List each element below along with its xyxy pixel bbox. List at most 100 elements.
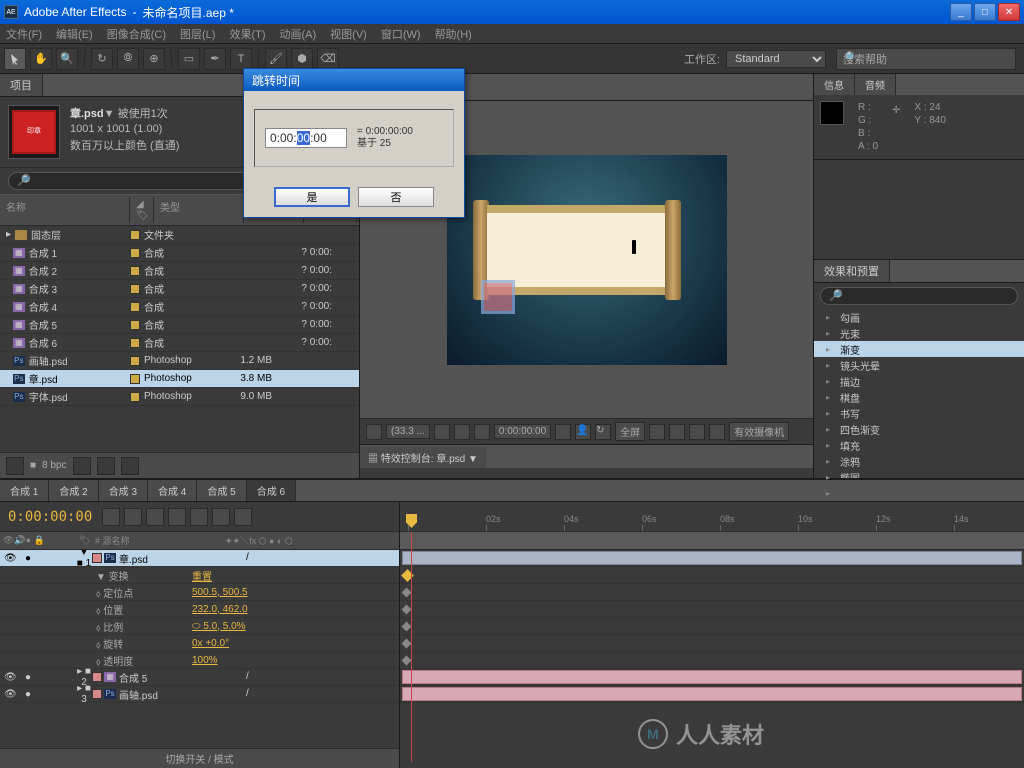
layer-track[interactable] [400,669,1024,686]
dialog-timecode-input[interactable]: 0:00:00:00 [265,128,347,148]
timeline-ruler[interactable]: 0s02s04s06s08s10s12s14s [400,502,1024,532]
pan-behind-tool[interactable]: ⊕ [143,48,165,70]
tl-shy-icon[interactable] [146,508,164,526]
rotate-tool[interactable]: ↻ [91,48,113,70]
snapshot-icon[interactable] [555,424,571,440]
menu-layer[interactable]: 图层(L) [180,26,215,42]
tl-motion-blur-icon[interactable] [190,508,208,526]
transform-property[interactable]: ⬨ 比例⬭ 5.0, 5.0% [0,618,399,635]
transform-property[interactable]: ⬨ 透明度100% [0,652,399,669]
current-time[interactable]: 0:00:00:00 [494,424,551,439]
menu-composition[interactable]: 图像合成(C) [107,26,166,42]
project-row[interactable]: ▦ 合成 1合成? 0:00: [0,244,359,262]
roi-icon[interactable] [454,424,470,440]
layer-track[interactable] [400,686,1024,703]
stamp-layer[interactable] [481,280,515,314]
tl-brainstorm-icon[interactable] [234,508,252,526]
dialog-cancel-button[interactable]: 否 [358,187,434,207]
effect-item[interactable]: 渐变 [814,341,1024,357]
timeline-layer[interactable]: 👁 ● ▸ ■ 3Ps画轴.psd/ [0,686,399,703]
timecode-icon[interactable] [709,424,725,440]
timeline-layer[interactable]: 👁 ● ▸ ■ 2▦合成 5/ [0,669,399,686]
effect-item[interactable]: 书写 [814,405,1024,421]
pen-tool[interactable]: ✒ [204,48,226,70]
effect-item[interactable]: 棋盘 [814,389,1024,405]
transparency-icon[interactable] [474,424,490,440]
project-tab[interactable]: 项目 [0,74,43,96]
project-row[interactable]: ▦ 合成 2合成? 0:00: [0,262,359,280]
project-row[interactable]: ▦ 合成 5合成? 0:00: [0,316,359,334]
brush-tool[interactable]: 🖌 [265,48,287,70]
tl-graph-icon[interactable] [212,508,230,526]
effect-controls-tab[interactable]: ▦ 特效控制台: 章.psd ▼ [360,447,486,468]
effect-item[interactable]: 涂鸦 [814,453,1024,469]
project-row[interactable]: Ps 字体.psdPhotoshop9.0 MB [0,388,359,406]
transform-group[interactable]: ▼ 变换重置 [0,567,399,584]
menu-file[interactable]: 文件(F) [6,26,42,42]
effect-controls-body[interactable] [360,468,813,478]
resolution-icon[interactable] [434,424,450,440]
timeline-tab[interactable]: 合成 2 [49,480,98,501]
menu-view[interactable]: 视图(V) [330,26,367,42]
minimize-button[interactable]: _ [950,3,972,21]
menu-effect[interactable]: 效果(T) [229,26,265,42]
effect-item[interactable]: 光束 [814,325,1024,341]
text-tool[interactable]: T [230,48,252,70]
project-row[interactable]: ▦ 合成 4合成? 0:00: [0,298,359,316]
dialog-ok-button[interactable]: 是 [274,187,350,207]
project-row[interactable]: ▦ 合成 6合成? 0:00: [0,334,359,352]
selection-tool[interactable] [4,48,26,70]
eraser-tool[interactable]: ⌫ [317,48,339,70]
transform-property[interactable]: ⬨ 旋转0x +0.0° [0,635,399,652]
layer-track[interactable] [400,550,1024,567]
active-camera[interactable]: 有效摄像机 [729,422,789,441]
always-preview-icon[interactable] [366,424,382,440]
effect-item[interactable]: 椭圆 [814,469,1024,478]
new-folder-button[interactable] [73,457,91,475]
grid-icon[interactable] [649,424,665,440]
menu-animation[interactable]: 动画(A) [280,26,317,42]
mask-icon[interactable] [669,424,685,440]
view-mode[interactable]: 全屏 [615,422,645,441]
timeline-timecode[interactable]: 0:00:00:00 [8,509,92,525]
workspace-select[interactable]: Standard [726,50,826,68]
timeline-tab[interactable]: 合成 4 [148,480,197,501]
camera-tool[interactable]: ⦾ [117,48,139,70]
effect-item[interactable]: 四色渐变 [814,421,1024,437]
menu-window[interactable]: 窗口(W) [381,26,421,42]
project-row[interactable]: Ps 章.psdPhotoshop3.8 MB [0,370,359,388]
maximize-button[interactable]: □ [974,3,996,21]
tl-search-icon[interactable] [102,508,120,526]
project-list[interactable]: ▸ 固态层文件夹 ▦ 合成 1合成? 0:00: ▦ 合成 2合成? 0:00:… [0,226,359,452]
help-search-input[interactable]: 🔎搜索帮助 [836,48,1016,70]
zoom-tool[interactable]: 🔍 [56,48,78,70]
menu-help[interactable]: 帮助(H) [435,26,472,42]
work-area-bar[interactable] [400,532,1024,550]
shape-tool[interactable]: ▭ [178,48,200,70]
effects-list[interactable]: 勾画光束渐变镜头光晕描边棋盘书写四色渐变填充涂鸦椭圆网格 [814,309,1024,478]
effects-search-input[interactable] [820,287,1018,305]
new-comp-button[interactable] [97,457,115,475]
audio-tab[interactable]: 音频 [855,74,896,95]
3d-icon[interactable] [689,424,705,440]
tl-comp-button[interactable] [124,508,142,526]
hand-tool[interactable]: ✋ [30,48,52,70]
timeline-tab[interactable]: 合成 3 [99,480,148,501]
effect-item[interactable]: 镜头光晕 [814,357,1024,373]
timeline-footer-toggle[interactable]: 切换开关 / 模式 [0,748,399,768]
delete-button[interactable] [121,457,139,475]
project-row[interactable]: ▸ 固态层文件夹 [0,226,359,244]
effect-item[interactable]: 填充 [814,437,1024,453]
effect-item[interactable]: 描边 [814,373,1024,389]
reset-exposure-icon[interactable]: ↻ [595,424,611,440]
close-button[interactable]: ✕ [998,3,1020,21]
tl-fx-icon[interactable] [168,508,186,526]
timeline-tab[interactable]: 合成 5 [197,480,246,501]
transform-property[interactable]: ⬨ 定位点500.5, 500.5 [0,584,399,601]
project-row[interactable]: Ps 画轴.psdPhotoshop1.2 MB [0,352,359,370]
info-tab[interactable]: 信息 [814,74,855,95]
timeline-layer[interactable]: 👁 ● ▼ ■ 1Ps章.psd/ [0,550,399,567]
timeline-tab[interactable]: 合成 1 [0,480,49,501]
timeline-tab[interactable]: 合成 6 [247,480,296,501]
interpret-footage-button[interactable] [6,457,24,475]
